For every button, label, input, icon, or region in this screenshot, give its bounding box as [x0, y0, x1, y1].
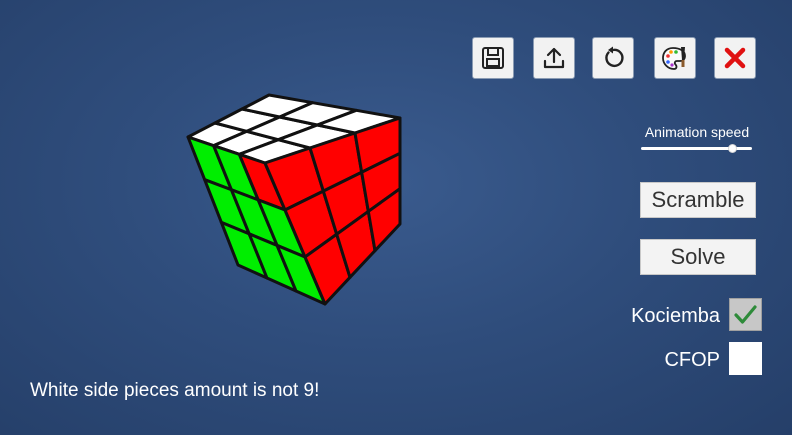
- solve-button[interactable]: Solve: [640, 239, 756, 275]
- slider-handle[interactable]: [729, 145, 737, 152]
- animation-speed-label: Animation speed: [644, 124, 750, 140]
- cfop-checkbox[interactable]: [729, 342, 762, 375]
- cfop-label: CFOP: [664, 349, 720, 371]
- scramble-button[interactable]: Scramble: [640, 182, 756, 218]
- kociemba-label: Kociemba: [631, 305, 720, 327]
- animation-speed-slider[interactable]: [641, 143, 752, 155]
- checkmark-icon: [734, 305, 757, 324]
- kociemba-checkbox[interactable]: [729, 298, 762, 331]
- status-message: White side pieces amount is not 9!: [30, 380, 320, 401]
